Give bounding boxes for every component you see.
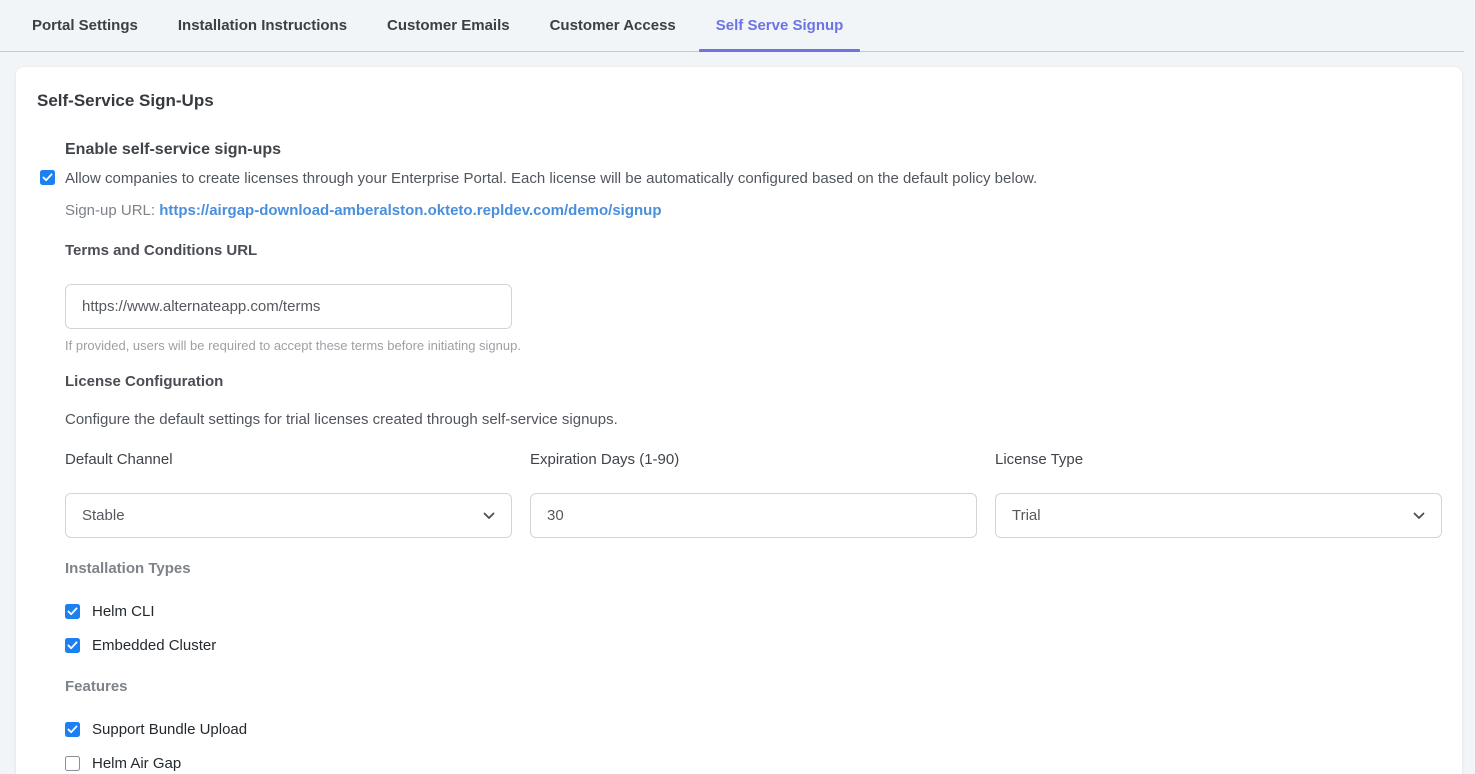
enable-signups-checkbox[interactable] — [40, 170, 55, 185]
default-channel-select[interactable]: Stable — [65, 493, 512, 538]
helm-cli-label: Helm CLI — [92, 603, 155, 620]
check-icon — [67, 641, 78, 650]
enable-signups-row: Allow companies to create licenses throu… — [65, 169, 1441, 189]
enable-signups-heading: Enable self-service sign-ups — [65, 141, 1441, 159]
license-configuration-description: Configure the default settings for trial… — [65, 411, 1441, 428]
signup-url-link[interactable]: https://airgap-download-amberalston.okte… — [159, 202, 661, 219]
features-heading: Features — [65, 678, 1441, 695]
expiration-days-label: Expiration Days (1-90) — [530, 451, 977, 468]
support-bundle-upload-row: Support Bundle Upload — [65, 721, 1441, 738]
chevron-down-icon — [1413, 512, 1425, 520]
license-type-select[interactable]: Trial — [995, 493, 1442, 538]
self-serve-signup-panel: Self-Service Sign-Ups Enable self-servic… — [16, 67, 1462, 774]
default-channel-value: Stable — [82, 507, 125, 524]
helm-cli-checkbox[interactable] — [65, 604, 80, 619]
helm-air-gap-label: Helm Air Gap — [92, 755, 181, 772]
page-title: Self-Service Sign-Ups — [37, 91, 1441, 111]
check-icon — [67, 607, 78, 616]
embedded-cluster-checkbox[interactable] — [65, 638, 80, 653]
terms-url-input[interactable] — [65, 284, 512, 329]
support-bundle-upload-checkbox[interactable] — [65, 722, 80, 737]
check-icon — [42, 173, 53, 182]
embedded-cluster-label: Embedded Cluster — [92, 637, 216, 654]
settings-tabbar: Portal Settings Installation Instruction… — [0, 0, 1464, 52]
support-bundle-upload-label: Support Bundle Upload — [92, 721, 247, 738]
license-configuration-heading: License Configuration — [65, 373, 1441, 390]
license-type-field: License Type Trial — [995, 451, 1442, 538]
helm-cli-row: Helm CLI — [65, 603, 1441, 620]
chevron-down-icon — [483, 512, 495, 520]
check-icon — [67, 725, 78, 734]
signup-url-line: Sign-up URL: https://airgap-download-amb… — [65, 202, 1441, 219]
license-type-value: Trial — [1012, 507, 1041, 524]
installation-types-heading: Installation Types — [65, 560, 1441, 577]
enable-signups-description: Allow companies to create licenses throu… — [65, 170, 1037, 187]
tab-self-serve-signup[interactable]: Self Serve Signup — [699, 0, 861, 51]
embedded-cluster-row: Embedded Cluster — [65, 637, 1441, 654]
license-type-label: License Type — [995, 451, 1442, 468]
tab-customer-access[interactable]: Customer Access — [533, 0, 693, 51]
expiration-days-field: Expiration Days (1-90) — [530, 451, 977, 538]
terms-helper-text: If provided, users will be required to a… — [65, 338, 1441, 353]
signup-url-label: Sign-up URL: — [65, 202, 155, 219]
helm-air-gap-checkbox[interactable] — [65, 756, 80, 771]
license-config-fields: Default Channel Stable Expiration Days (… — [65, 451, 1441, 538]
default-channel-label: Default Channel — [65, 451, 512, 468]
tab-portal-settings[interactable]: Portal Settings — [15, 0, 155, 51]
tab-installation-instructions[interactable]: Installation Instructions — [161, 0, 364, 51]
terms-url-label: Terms and Conditions URL — [65, 242, 1441, 259]
default-channel-field: Default Channel Stable — [65, 451, 512, 538]
helm-air-gap-row: Helm Air Gap — [65, 755, 1441, 772]
expiration-days-input[interactable] — [530, 493, 977, 538]
tab-customer-emails[interactable]: Customer Emails — [370, 0, 527, 51]
